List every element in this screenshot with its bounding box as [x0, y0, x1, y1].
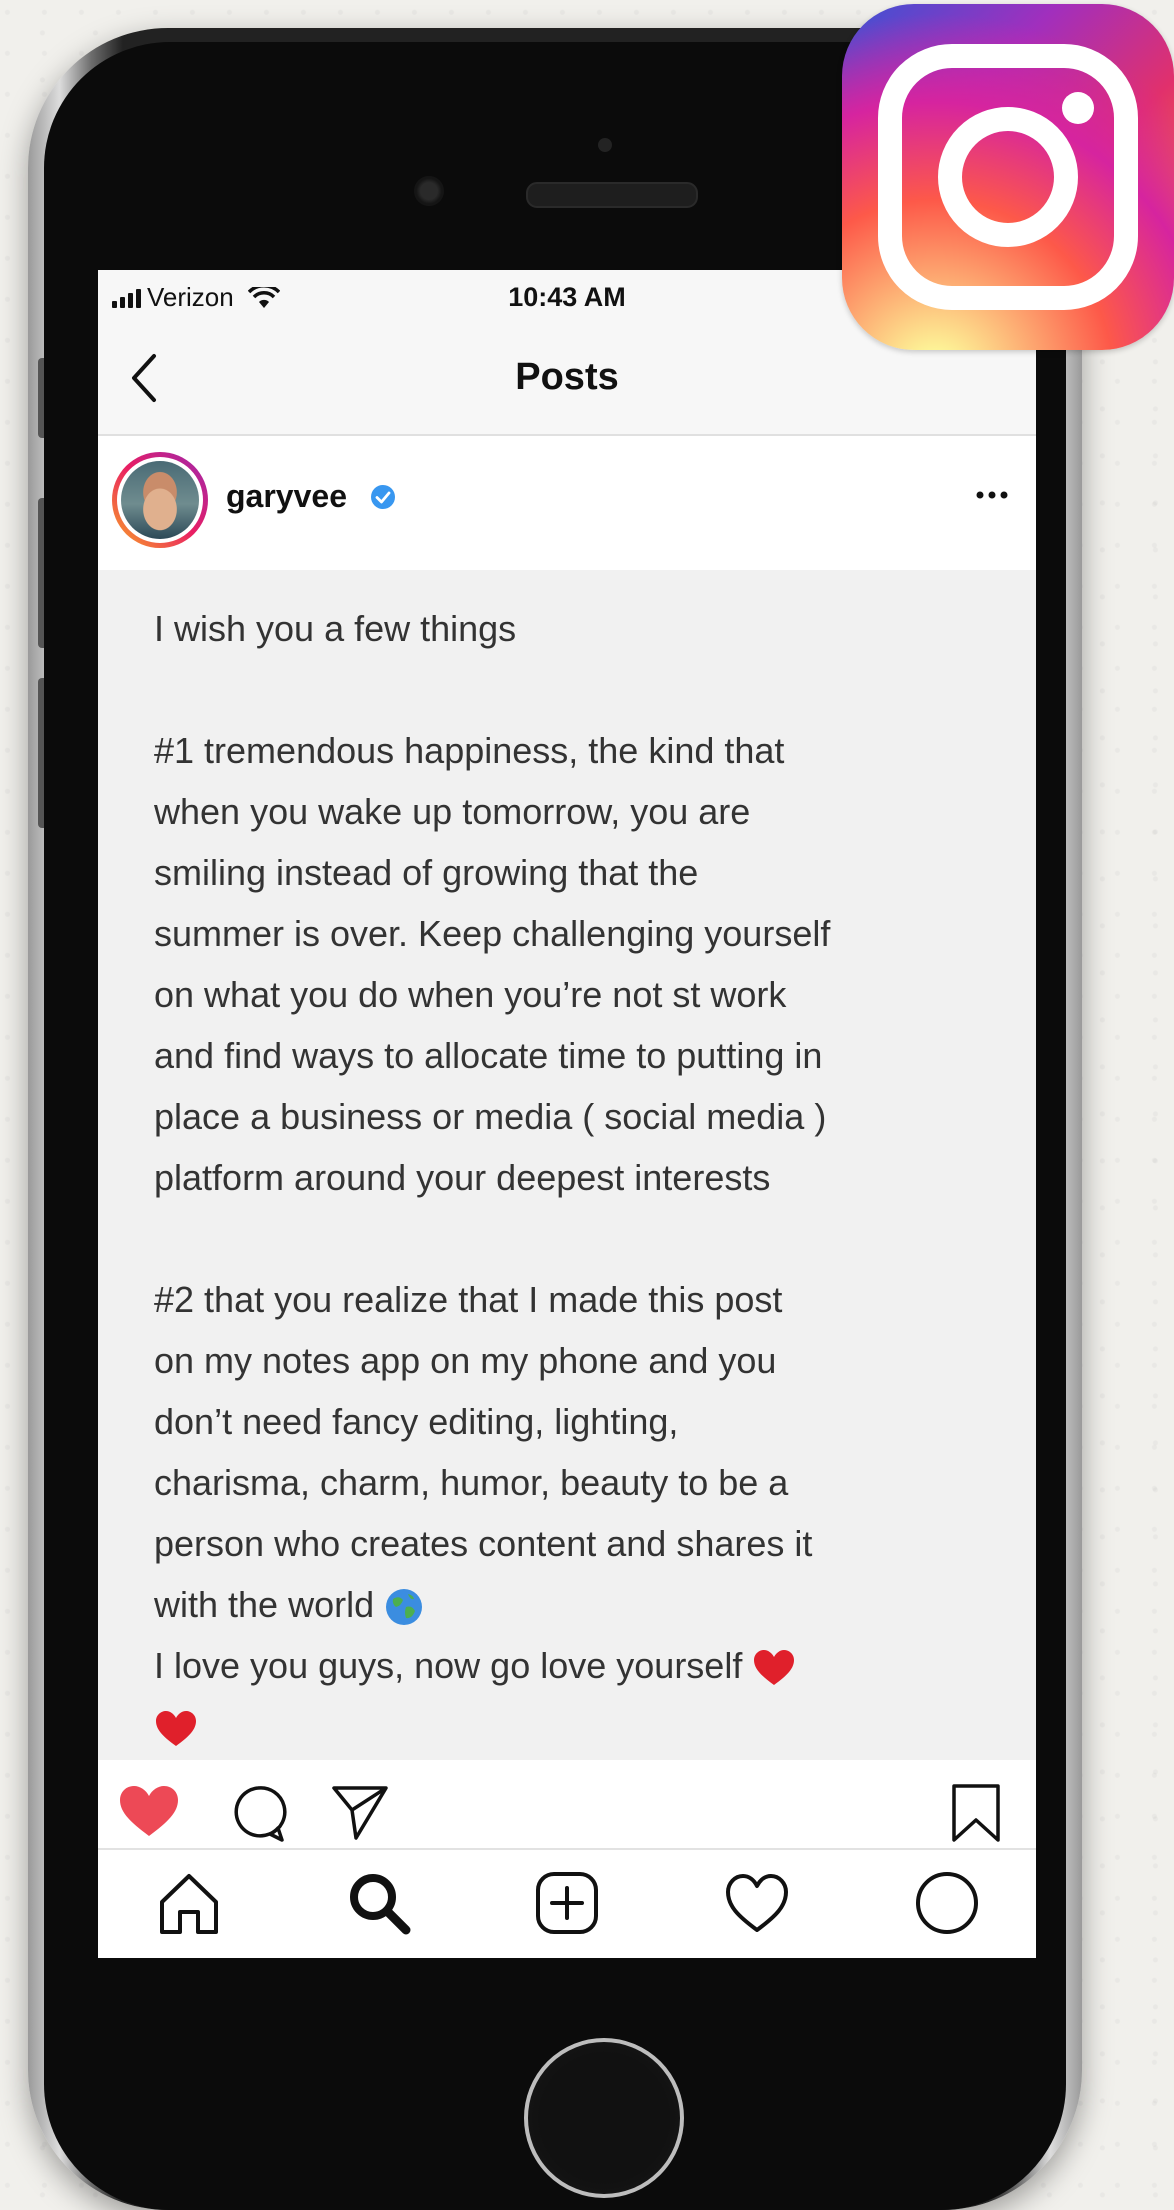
page-title: Posts — [515, 356, 619, 398]
caption-line: on my notes app on my phone and you — [154, 1340, 777, 1381]
heart-filled-icon[interactable] — [118, 1784, 180, 1838]
caption-line: summer is over. Keep challenging yoursel… — [154, 913, 831, 954]
username-link[interactable]: garyvee — [226, 478, 347, 515]
caption-line: with the world — [154, 1584, 375, 1625]
caption-line: don’t need fancy editing, lighting, — [154, 1401, 679, 1442]
bottom-tab-bar — [98, 1848, 1036, 1958]
caption-line: charisma, charm, humor, beauty to be a — [154, 1462, 789, 1503]
caption-line: smiling instead of growing that the — [154, 852, 699, 893]
caption-line: and find ways to allocate time to puttin… — [154, 1035, 823, 1076]
home-icon[interactable] — [154, 1868, 224, 1938]
heart-outline-icon[interactable] — [722, 1868, 792, 1938]
earpiece-speaker — [526, 182, 698, 208]
proximity-sensor — [598, 138, 612, 152]
phone-screen: Verizon 10:43 AM Posts garyvee I wish yo… — [98, 270, 1036, 1958]
post-header: garyvee — [98, 436, 1036, 570]
search-icon[interactable] — [344, 1868, 414, 1938]
caption-line: platform around your deepest interests — [154, 1157, 771, 1198]
bookmark-icon[interactable] — [950, 1782, 1002, 1844]
avatar-photo — [121, 461, 199, 539]
red-heart-emoji-icon — [754, 1650, 795, 1686]
caption-line: when you wake up tomorrow, you are — [154, 791, 751, 832]
caption-line: on what you do when you’re not st work — [154, 974, 787, 1015]
comment-icon[interactable] — [228, 1784, 288, 1844]
post-actions — [98, 1760, 1036, 1848]
caption-line: place a business or media ( social media… — [154, 1096, 827, 1137]
add-post-icon[interactable] — [532, 1868, 602, 1938]
avatar-inner — [117, 457, 203, 543]
red-heart-emoji-icon — [156, 1711, 196, 1747]
globe-emoji-icon — [386, 1589, 423, 1626]
caption-line: person who creates content and shares it — [154, 1523, 813, 1564]
caption-line: #1 tremendous happiness, the kind that — [154, 730, 785, 771]
caption-line: #2 that you realize that I made this pos… — [154, 1279, 783, 1320]
front-camera — [414, 176, 444, 206]
post-body: I wish you a few things #1 tremendous ha… — [98, 570, 1036, 1760]
caption-line: I wish you a few things — [154, 608, 517, 649]
post-caption: I wish you a few things #1 tremendous ha… — [154, 598, 1014, 1757]
send-icon[interactable] — [330, 1782, 390, 1842]
more-horizontal-icon[interactable] — [972, 480, 1012, 510]
verified-badge-icon — [371, 485, 395, 509]
avatar[interactable] — [112, 452, 208, 548]
profile-icon[interactable] — [912, 1868, 982, 1938]
instagram-glyph-icon — [878, 44, 1138, 310]
home-button[interactable] — [524, 2038, 684, 2198]
instagram-logo — [842, 4, 1174, 350]
caption-line: I love you guys, now go love yourself — [154, 1645, 743, 1686]
